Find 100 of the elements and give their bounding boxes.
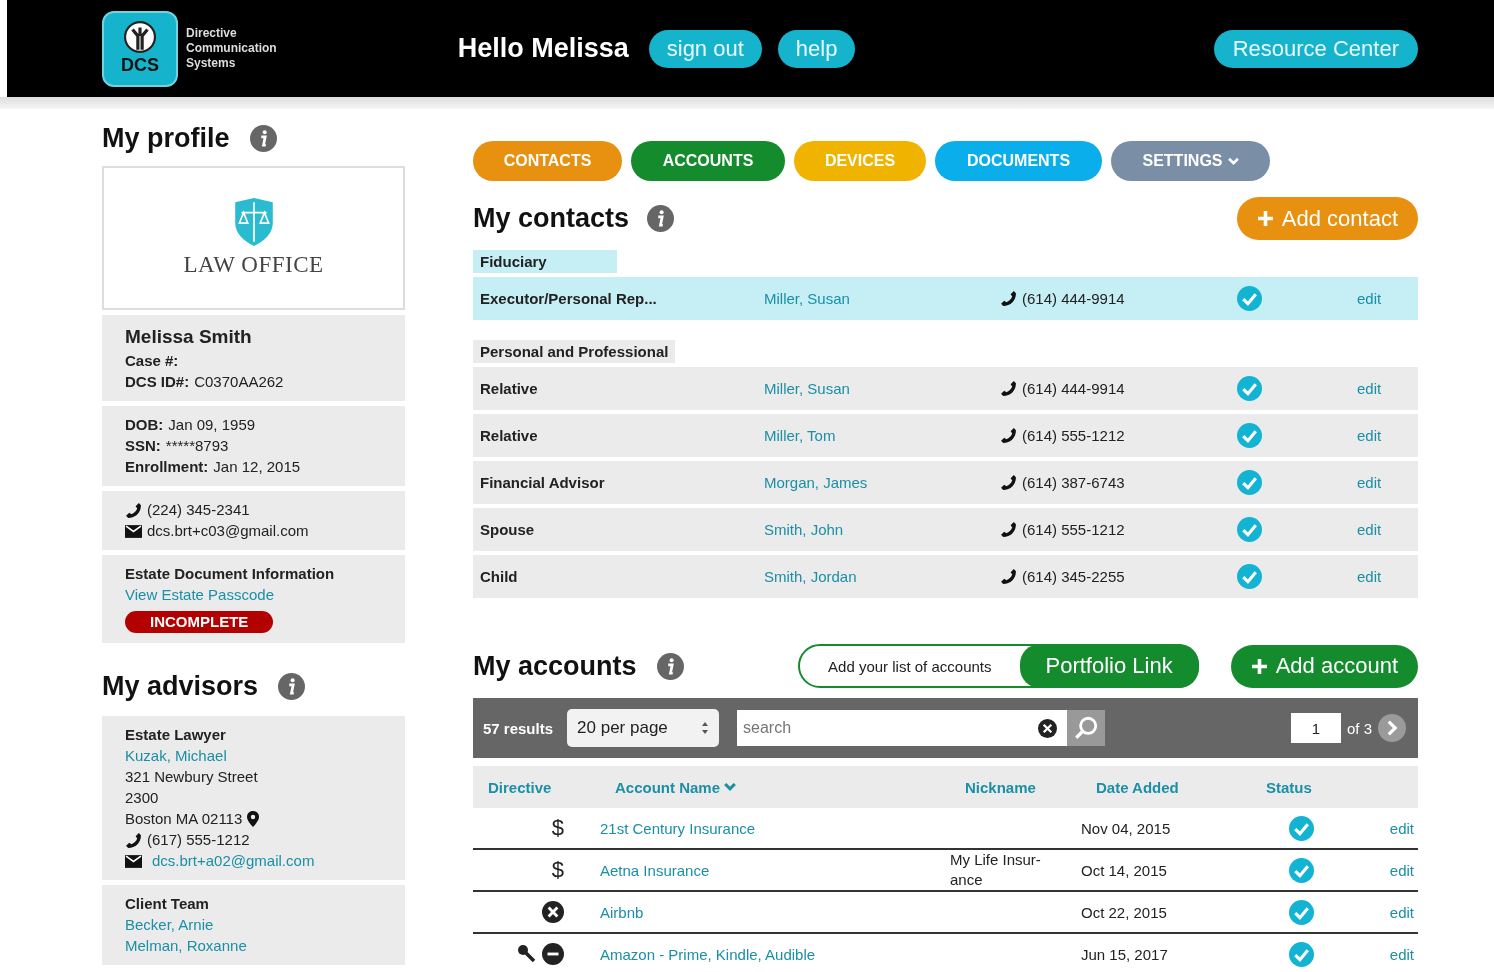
column-header[interactable]: Account Name <box>615 778 965 796</box>
plus-icon <box>1250 657 1268 675</box>
edit-link[interactable]: edit <box>1357 290 1418 307</box>
shield-scales-icon <box>232 198 275 246</box>
group-header: Fiduciary <box>473 250 617 273</box>
info-icon[interactable] <box>278 673 306 700</box>
edit-link[interactable]: edit <box>1357 521 1418 538</box>
email-link[interactable]: dcs.brt+a02@gmail.com <box>152 852 315 870</box>
account-name[interactable]: Amazon - Prime, Kindle, Audible <box>600 945 935 963</box>
edit-link[interactable]: edit <box>1358 819 1418 837</box>
contact-row[interactable]: Financial Advisor Morgan, James (614) 387-6743 edit <box>473 461 1418 504</box>
info-icon[interactable] <box>656 652 684 680</box>
contact-name[interactable]: Miller, Susan <box>764 290 1000 307</box>
page-total: of 3 <box>1346 719 1372 737</box>
phone-number: (614) 555-1212 <box>1022 521 1125 538</box>
page-field[interactable]: 1 <box>1290 713 1341 743</box>
phone-icon <box>1000 380 1017 397</box>
nav-tab[interactable]: DOCUMENTS <box>935 141 1102 181</box>
contact-row[interactable]: Spouse Smith, John (614) 555-1212 edit <box>473 508 1418 551</box>
header-button[interactable]: help <box>777 29 856 68</box>
resource-center-button[interactable]: Resource Center <box>1213 29 1418 68</box>
nav-tab[interactable]: ACCOUNTS <box>631 141 785 181</box>
contact-role: Financial Advisor <box>480 474 606 491</box>
phone-number: (614) 387-6743 <box>1022 474 1125 491</box>
contact-role: Spouse <box>480 521 536 538</box>
card-title: Estate Document Information <box>125 565 336 583</box>
contact-role: Executor/Personal Rep... <box>480 290 658 307</box>
dollar-sign: $ <box>551 857 564 883</box>
contact-name[interactable]: Smith, John <box>764 521 1000 538</box>
field-label: DCS ID#: <box>125 373 190 391</box>
account-nickname: My Life Insur-ance <box>950 850 1042 890</box>
clear-icon[interactable] <box>1038 719 1058 738</box>
edit-link[interactable]: edit <box>1357 380 1418 397</box>
edit-link[interactable]: edit <box>1358 945 1418 963</box>
contact-name[interactable]: Miller, Tom <box>764 427 1000 444</box>
date-added: Oct 22, 2015 <box>1081 903 1168 921</box>
phone-icon <box>1000 474 1017 491</box>
section-title: My advisors <box>102 671 259 702</box>
status-badge: INCOMPLETE <box>125 611 274 633</box>
tree-icon <box>124 21 156 53</box>
edit-link[interactable]: edit <box>1358 861 1418 879</box>
phone-icon <box>125 501 142 519</box>
nav-tab[interactable]: SETTINGS <box>1111 141 1270 181</box>
search-icon <box>1073 715 1100 741</box>
contact-name[interactable]: Morgan, James <box>764 474 1000 491</box>
results-count: 57 results <box>483 719 554 737</box>
logo-text: Directive Communication Systems <box>186 26 277 71</box>
column-header[interactable]: Status <box>1266 778 1388 796</box>
header-button[interactable]: sign out <box>648 29 762 68</box>
section-title: My accounts <box>473 650 637 682</box>
sort-arrows-icon <box>701 721 710 735</box>
passcode-link[interactable]: View Estate Passcode <box>125 586 395 604</box>
phone-number: (617) 555-1212 <box>147 831 250 849</box>
account-name[interactable]: 21st Century Insurance <box>600 819 935 837</box>
section-title: My profile <box>102 123 230 154</box>
chevron-down-icon <box>724 782 737 792</box>
minus-circle-icon <box>542 943 564 965</box>
phone-icon <box>1000 568 1017 585</box>
column-header[interactable]: Date Added <box>1096 778 1266 796</box>
plus-icon <box>1256 210 1274 227</box>
add-account-button[interactable]: Add account <box>1230 644 1418 688</box>
advisor-role: Client Team <box>125 895 210 913</box>
portfolio-link-button[interactable]: Portfolio Link <box>1019 644 1199 688</box>
advisor-name[interactable]: Kuzak, Michael <box>125 747 395 765</box>
advisor-name[interactable]: Becker, Arnie <box>125 916 395 934</box>
nav-tab[interactable]: DEVICES <box>794 141 926 181</box>
phone-number: (614) 345-2255 <box>1022 568 1125 585</box>
contact-row[interactable]: Child Smith, Jordan (614) 345-2255 edit <box>473 555 1418 598</box>
add-contact-button[interactable]: Add contact <box>1236 197 1418 240</box>
envelope-icon <box>125 524 142 538</box>
phone-number: (224) 345-2341 <box>147 501 250 519</box>
contact-name[interactable]: Miller, Susan <box>764 380 1000 397</box>
per-page-select[interactable]: 20 per page <box>567 709 720 747</box>
search-button[interactable] <box>1067 710 1106 746</box>
column-header[interactable]: Nickname <box>965 778 1096 796</box>
map-pin-icon <box>247 811 260 827</box>
field-value: *****8793 <box>165 437 229 455</box>
edit-link[interactable]: edit <box>1357 568 1418 585</box>
edit-link[interactable]: edit <box>1358 903 1418 921</box>
address-line: 2300 <box>125 789 159 807</box>
phone-number: (614) 444-9914 <box>1022 290 1125 307</box>
contact-name[interactable]: Smith, Jordan <box>764 568 1000 585</box>
phone-icon <box>1000 521 1017 538</box>
account-name[interactable]: Airbnb <box>600 903 935 921</box>
contact-row[interactable]: Relative Miller, Tom (614) 555-1212 edit <box>473 414 1418 457</box>
info-icon[interactable] <box>249 125 277 152</box>
search-field[interactable]: search <box>737 710 1068 746</box>
edit-link[interactable]: edit <box>1357 427 1418 444</box>
field-value: Jan 09, 1959 <box>168 416 256 434</box>
group-header: Personal and Professional <box>473 340 676 363</box>
nav-tab[interactable]: CONTACTS <box>473 141 622 181</box>
info-icon[interactable] <box>647 205 675 232</box>
next-page-icon[interactable] <box>1378 714 1406 742</box>
edit-link[interactable]: edit <box>1357 474 1418 491</box>
account-name[interactable]: Aetna Insurance <box>600 861 935 879</box>
field-label: Enrollment: <box>125 458 209 476</box>
date-added: Oct 14, 2015 <box>1081 861 1168 879</box>
contact-row[interactable]: Relative Miller, Susan (614) 444-9914 edit <box>473 367 1418 410</box>
column-header[interactable]: Directive <box>488 778 615 796</box>
advisor-name[interactable]: Melman, Roxanne <box>125 937 395 955</box>
